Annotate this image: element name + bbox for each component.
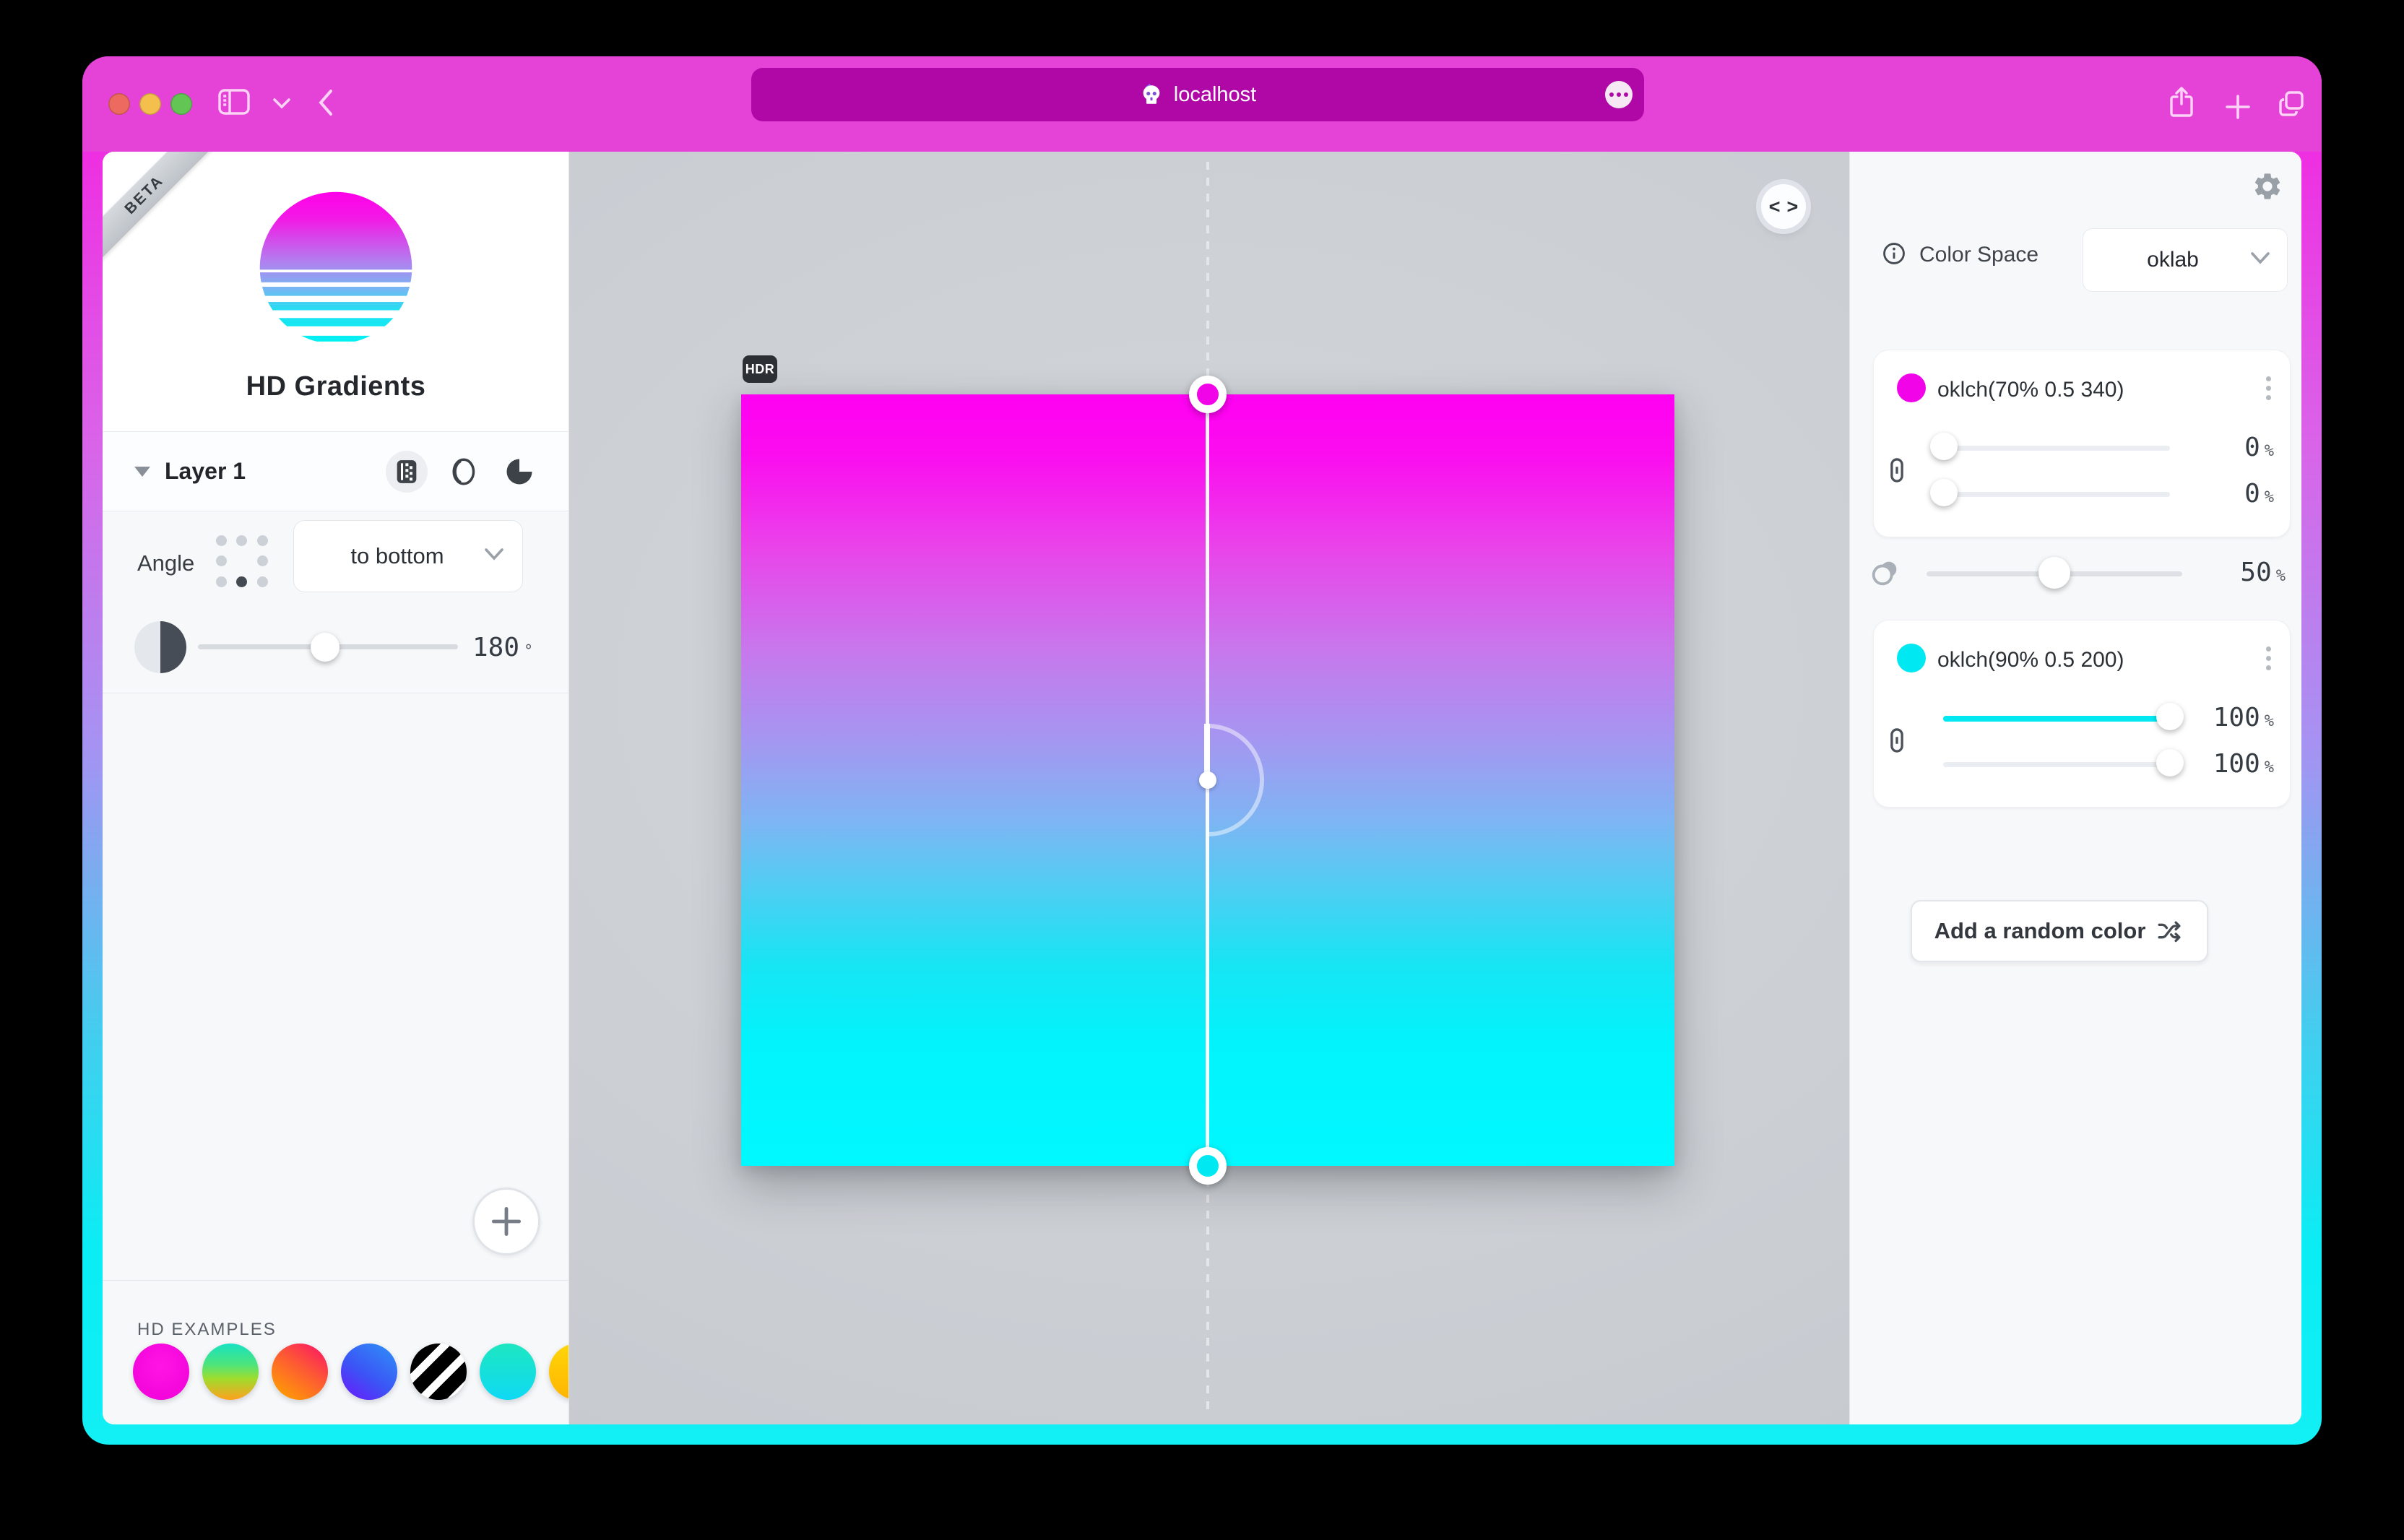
app-title: HD Gradients bbox=[103, 371, 569, 402]
color-stop-card-2: oklch(90% 0.5 200) 100% 100% bbox=[1873, 620, 2291, 808]
close-window-button[interactable] bbox=[108, 93, 130, 115]
color-stop-card-1: oklch(70% 0.5 340) 0% 0% bbox=[1873, 350, 2291, 537]
gradient-type-conic-button[interactable] bbox=[498, 451, 540, 493]
back-button-icon[interactable] bbox=[314, 87, 340, 118]
stop-slider-value-1: 0% bbox=[2244, 433, 2274, 462]
stop-slider-track-2[interactable] bbox=[1943, 492, 2170, 497]
color-panel: Color Space oklab oklch(70% 0.5 340) bbox=[1849, 152, 2301, 1424]
gradient-type-radial-button[interactable] bbox=[442, 451, 484, 493]
color-stop-value: oklch(70% 0.5 340) bbox=[1937, 378, 2124, 402]
url-text: localhost bbox=[1174, 83, 1256, 107]
gradient-canvas: HDR < > bbox=[569, 152, 1849, 1424]
add-random-color-label: Add a random color bbox=[1934, 918, 2146, 944]
toolbar-chevron-down-icon[interactable] bbox=[272, 97, 292, 110]
angle-dial-icon bbox=[134, 621, 186, 673]
midpoint-blend-icon bbox=[1869, 556, 1902, 589]
end-color-handle[interactable] bbox=[1189, 1147, 1227, 1185]
address-bar[interactable]: localhost bbox=[751, 68, 1644, 121]
hd-gradients-app: HD Gradients BETA Layer 1 bbox=[103, 152, 2301, 1424]
add-random-color-button[interactable]: Add a random color bbox=[1911, 900, 2208, 962]
direction-dot-grid[interactable] bbox=[211, 530, 273, 592]
angle-value: 180° bbox=[472, 633, 533, 662]
stop-slider-track-1[interactable] bbox=[1943, 446, 2170, 451]
example-swatch-blue-violet[interactable] bbox=[341, 1344, 397, 1400]
hd-examples-label: HD EXAMPLES bbox=[137, 1320, 277, 1340]
app-logo-retro-sun bbox=[251, 183, 420, 352]
stop-slider-track-1[interactable] bbox=[1943, 716, 2170, 722]
linear-gradient-icon bbox=[392, 457, 421, 486]
link-channels-icon[interactable] bbox=[1883, 456, 1911, 485]
stop-menu-kebab-icon[interactable] bbox=[2263, 644, 2274, 673]
color-space-select[interactable]: oklab bbox=[2083, 228, 2288, 292]
page-more-button[interactable] bbox=[1605, 81, 1633, 108]
angle-label: Angle bbox=[137, 550, 194, 576]
color-stop-swatch[interactable] bbox=[1897, 373, 1926, 402]
layer-disclosure-triangle-icon[interactable] bbox=[134, 467, 150, 477]
stop-slider-thumb-1[interactable] bbox=[1930, 433, 1958, 460]
stop-menu-kebab-icon[interactable] bbox=[2263, 373, 2274, 403]
chevron-down-icon bbox=[2249, 251, 2271, 269]
browser-toolbar: localhost bbox=[82, 56, 2322, 152]
minimize-window-button[interactable] bbox=[139, 93, 161, 115]
midpoint-slider-thumb[interactable] bbox=[2038, 557, 2070, 589]
angle-slider-thumb[interactable] bbox=[311, 633, 340, 662]
gradient-type-linear-button[interactable] bbox=[386, 451, 428, 493]
code-open-bracket: < bbox=[1769, 196, 1781, 218]
example-swatch-teal-cyan[interactable] bbox=[480, 1344, 536, 1400]
stop-slider-thumb-2[interactable] bbox=[1930, 479, 1958, 506]
zoom-window-button[interactable] bbox=[170, 93, 192, 115]
example-swatch-teal-green-orange[interactable] bbox=[202, 1344, 259, 1400]
midpoint-value: 50% bbox=[2240, 558, 2286, 587]
beta-ribbon: BETA bbox=[103, 152, 217, 267]
chevron-down-icon bbox=[483, 547, 505, 565]
logo-area: HD Gradients BETA bbox=[103, 152, 569, 432]
example-swatch-bw-stripes[interactable] bbox=[410, 1344, 467, 1400]
info-icon[interactable] bbox=[1882, 241, 1906, 266]
midpoint-handle[interactable] bbox=[1199, 771, 1216, 789]
direction-select[interactable]: to bottom bbox=[293, 520, 523, 592]
stop-slider-value-1: 100% bbox=[2213, 703, 2274, 732]
screenshot-stage: localhost bbox=[0, 0, 2404, 1540]
hdr-badge: HDR bbox=[743, 355, 777, 383]
stop-slider-track-2[interactable] bbox=[1943, 762, 2170, 767]
sidebar-toggle-icon[interactable] bbox=[217, 87, 251, 117]
new-tab-plus-icon[interactable] bbox=[2223, 92, 2252, 121]
site-favicon-skull bbox=[1139, 82, 1164, 107]
code-close-bracket: > bbox=[1787, 196, 1799, 218]
example-swatch-magenta[interactable] bbox=[133, 1344, 189, 1400]
layer-name: Layer 1 bbox=[165, 458, 246, 485]
conic-gradient-icon bbox=[504, 457, 535, 487]
left-sidebar: HD Gradients BETA Layer 1 bbox=[103, 152, 569, 1424]
direction-value: to bottom bbox=[350, 543, 444, 569]
stop-slider-thumb-2[interactable] bbox=[2156, 749, 2184, 777]
angle-controls-section: Angle to bottom 180° bbox=[103, 511, 569, 693]
plus-icon bbox=[490, 1206, 522, 1237]
settings-gear-icon[interactable] bbox=[2252, 170, 2283, 202]
share-icon[interactable] bbox=[2167, 85, 2196, 121]
link-channels-icon[interactable] bbox=[1883, 726, 1911, 755]
browser-window: localhost bbox=[82, 56, 2322, 1445]
shuffle-icon bbox=[2157, 917, 2184, 945]
add-layer-button[interactable] bbox=[472, 1188, 540, 1255]
radial-gradient-icon bbox=[448, 457, 478, 487]
color-stop-value: oklch(90% 0.5 200) bbox=[1937, 648, 2124, 672]
stop-slider-value-2: 100% bbox=[2213, 749, 2274, 779]
stop-slider-value-2: 0% bbox=[2244, 479, 2274, 509]
window-controls bbox=[108, 93, 192, 115]
color-stop-swatch[interactable] bbox=[1897, 644, 1926, 672]
stop-slider-thumb-1[interactable] bbox=[2156, 703, 2184, 730]
show-code-button[interactable]: < > bbox=[1761, 184, 1806, 229]
color-space-label: Color Space bbox=[1919, 243, 2038, 267]
example-swatch-pink-orange[interactable] bbox=[272, 1344, 328, 1400]
tab-overview-icon[interactable] bbox=[2275, 88, 2307, 120]
layer-header-row: Layer 1 bbox=[103, 432, 569, 511]
color-space-value: oklab bbox=[2147, 248, 2199, 272]
start-color-handle[interactable] bbox=[1189, 376, 1227, 413]
